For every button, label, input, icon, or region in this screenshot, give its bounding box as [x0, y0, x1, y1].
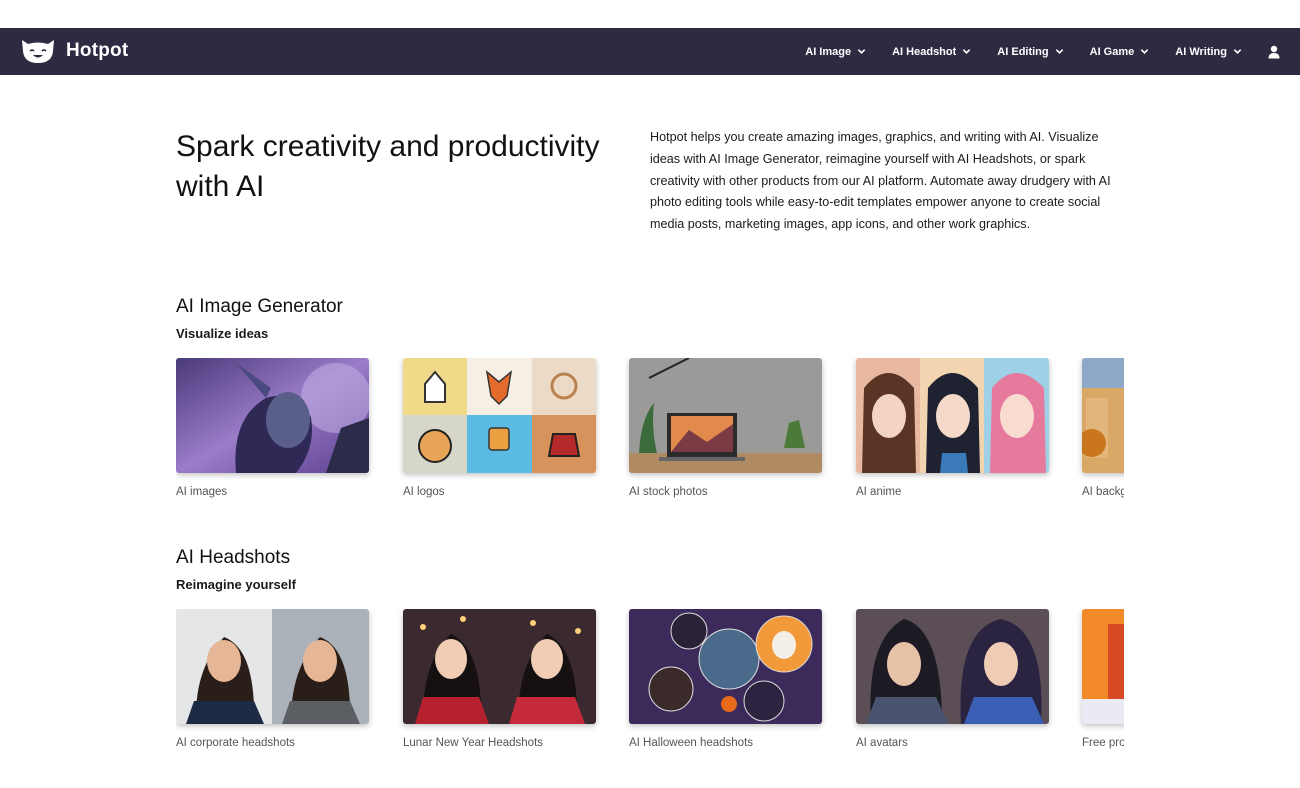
chevron-down-icon: [1055, 49, 1063, 54]
card-label: Lunar New Year Headshots: [403, 737, 544, 749]
card-ai-avatars[interactable]: AI avatars: [856, 609, 1049, 749]
card-thumbnail: [1082, 609, 1124, 724]
card-thumbnail: [629, 609, 822, 724]
section-title-image-generator: AI Image Generator: [176, 296, 343, 317]
menu-ai-image[interactable]: AI Image: [805, 46, 866, 58]
menu-label: AI Game: [1089, 45, 1135, 58]
section-subtitle-headshots: Reimagine yourself: [176, 577, 296, 592]
hero-description: Hotpot helps you create amazing images, …: [650, 130, 1111, 232]
menu-label: AI Image: [805, 45, 852, 58]
user-account-icon[interactable]: [1268, 45, 1280, 59]
card-thumbnail: [176, 358, 369, 473]
elf-portrait-thumbnail: [176, 358, 369, 473]
card-label: AI logos: [403, 486, 445, 498]
chevron-down-icon: [857, 49, 866, 54]
chevron-down-icon: [963, 49, 971, 54]
chevron-down-icon: [1233, 49, 1242, 54]
card-thumbnail: [176, 609, 369, 724]
card-thumbnail: [403, 358, 596, 473]
card-thumbnail: [629, 358, 822, 473]
main-menu: AI Image AI Headshot AI Editing AI Game …: [779, 28, 1280, 75]
headshots-card-row: AI corporate headshots Lunar New Year He…: [176, 609, 1124, 759]
menu-ai-game[interactable]: AI Game: [1090, 46, 1150, 58]
hotpot-logo-icon: [22, 40, 54, 63]
card-lunar-new-year-headshots[interactable]: Lunar New Year Headshots: [403, 609, 596, 749]
menu-label: AI Writing: [1175, 45, 1227, 58]
card-ai-backgrounds[interactable]: AI backgrounds: [1082, 358, 1124, 498]
chevron-down-icon: [1141, 49, 1149, 54]
card-ai-images[interactable]: AI images: [176, 358, 369, 498]
city-background-thumbnail: [1082, 358, 1124, 473]
card-thumbnail: [856, 358, 1049, 473]
brand-logo-link[interactable]: Hotpot: [20, 37, 128, 65]
card-ai-stock-photos[interactable]: AI stock photos: [629, 358, 822, 498]
profile-pictures-thumbnail: [1082, 609, 1124, 724]
menu-ai-writing[interactable]: AI Writing: [1175, 46, 1242, 58]
menu-ai-headshot[interactable]: AI Headshot: [892, 46, 971, 58]
card-label: AI stock photos: [629, 486, 708, 498]
laptop-desk-thumbnail: [629, 358, 822, 473]
card-label: AI anime: [856, 486, 902, 498]
card-thumbnail: [1082, 358, 1124, 473]
card-label: AI images: [176, 486, 228, 498]
card-ai-anime[interactable]: AI anime: [856, 358, 1049, 498]
card-label: Free profile pictures: [1082, 737, 1124, 749]
card-ai-corporate-headshots[interactable]: AI corporate headshots: [176, 609, 369, 749]
image-generator-card-row: AI images AI logos AI stock photos AI an…: [176, 358, 1124, 508]
card-label: AI avatars: [856, 737, 908, 749]
section-title-headshots: AI Headshots: [176, 547, 291, 568]
card-ai-halloween-headshots[interactable]: AI Halloween headshots: [629, 609, 822, 749]
avatars-thumbnail: [856, 609, 1049, 724]
brand-name: Hotpot: [66, 40, 129, 61]
menu-label: AI Headshot: [892, 45, 957, 58]
halloween-headshot-thumbnail: [629, 609, 822, 724]
card-label: AI corporate headshots: [176, 737, 295, 749]
corporate-headshot-thumbnail: [176, 609, 369, 724]
card-thumbnail: [403, 609, 596, 724]
lunar-new-year-thumbnail: [403, 609, 596, 724]
top-whitespace: [0, 0, 1300, 28]
hero-title: Spark creativity and productivity with A…: [176, 130, 600, 203]
card-free-profile-pictures[interactable]: Free profile pictures: [1082, 609, 1124, 749]
section-subtitle-image-generator: Visualize ideas: [176, 326, 269, 341]
card-label: AI Halloween headshots: [629, 737, 754, 749]
anime-characters-thumbnail: [856, 358, 1049, 473]
top-navbar: Hotpot AI Image AI Headshot AI Editing A…: [0, 28, 1300, 75]
menu-ai-editing[interactable]: AI Editing: [997, 46, 1063, 58]
logo-grid-thumbnail: [403, 358, 596, 473]
card-ai-logos[interactable]: AI logos: [403, 358, 596, 498]
menu-label: AI Editing: [997, 45, 1049, 58]
card-thumbnail: [856, 609, 1049, 724]
card-label: AI backgrounds: [1082, 486, 1124, 498]
